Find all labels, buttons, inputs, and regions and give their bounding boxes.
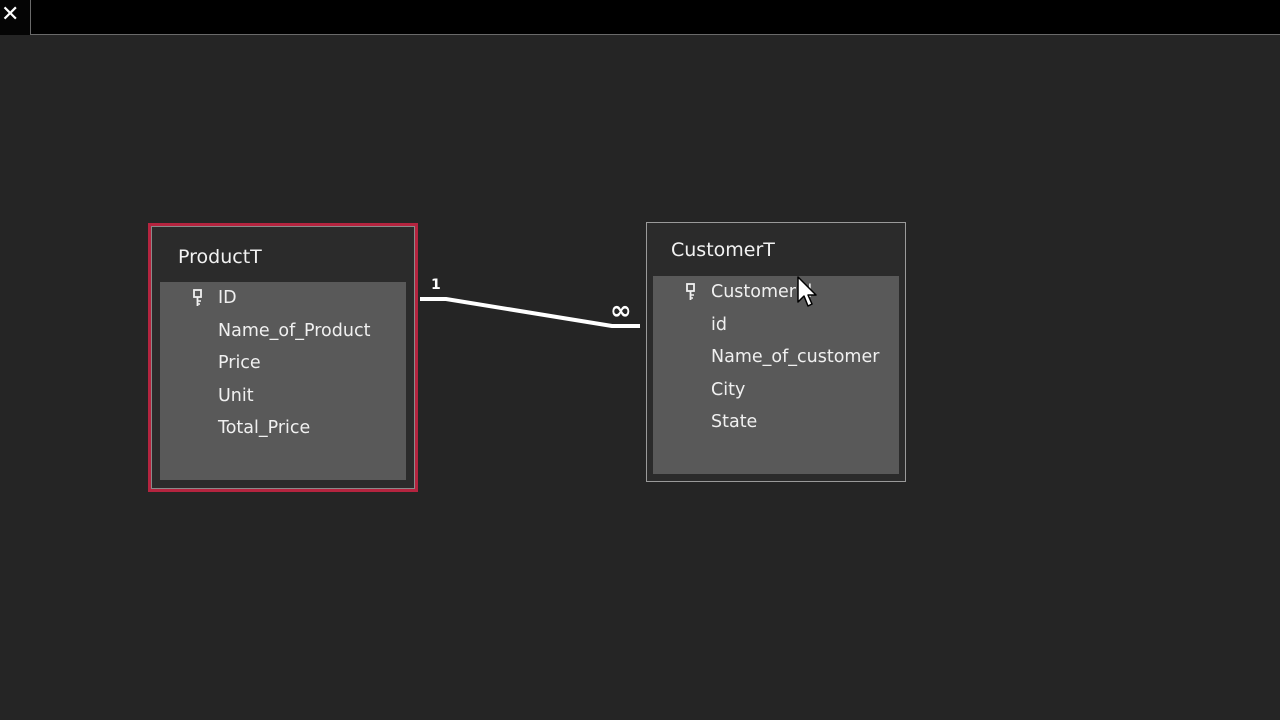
- field-row[interactable]: Name_of_customer: [653, 342, 899, 374]
- field-label: State: [711, 412, 758, 432]
- field-label: Name_of_customer: [711, 347, 880, 367]
- field-row[interactable]: Name_of_Product: [160, 316, 406, 348]
- field-list: CustomerId id Name_of_customer City Stat…: [653, 276, 899, 474]
- mouse-pointer-icon: [797, 276, 817, 307]
- field-label: ID: [218, 288, 237, 308]
- field-row[interactable]: City: [653, 375, 899, 407]
- relationship-many-label: ∞: [610, 296, 632, 326]
- title-bar: ✕: [0, 0, 1280, 35]
- field-row[interactable]: State: [653, 407, 899, 439]
- field-label: id: [711, 315, 727, 335]
- customer-table[interactable]: CustomerT CustomerId id Name_of_customer…: [646, 222, 906, 482]
- close-button[interactable]: ✕: [0, 0, 30, 35]
- field-row[interactable]: id: [653, 310, 899, 342]
- field-label: Name_of_Product: [218, 321, 371, 341]
- field-row[interactable]: CustomerId: [653, 277, 899, 309]
- field-row[interactable]: Unit: [160, 381, 406, 413]
- field-row[interactable]: Total_Price: [160, 413, 406, 445]
- key-icon: [686, 283, 695, 300]
- close-icon: ✕: [1, 2, 20, 27]
- field-label: City: [711, 380, 746, 400]
- field-row[interactable]: Price: [160, 348, 406, 380]
- field-row[interactable]: ID: [160, 283, 406, 315]
- key-icon: [193, 289, 202, 306]
- relationship-one-label: 1: [431, 277, 441, 293]
- field-list: ID Name_of_Product Price Unit Total_Pric…: [160, 282, 406, 480]
- product-table[interactable]: ProductT ID Name_of_Product Price Unit T…: [148, 223, 418, 492]
- field-label: Total_Price: [218, 418, 311, 438]
- document-tab-strip: [30, 0, 1280, 35]
- table-title[interactable]: ProductT: [178, 246, 262, 268]
- table-title[interactable]: CustomerT: [671, 239, 775, 261]
- field-label: Unit: [218, 386, 254, 406]
- field-label: Price: [218, 353, 261, 373]
